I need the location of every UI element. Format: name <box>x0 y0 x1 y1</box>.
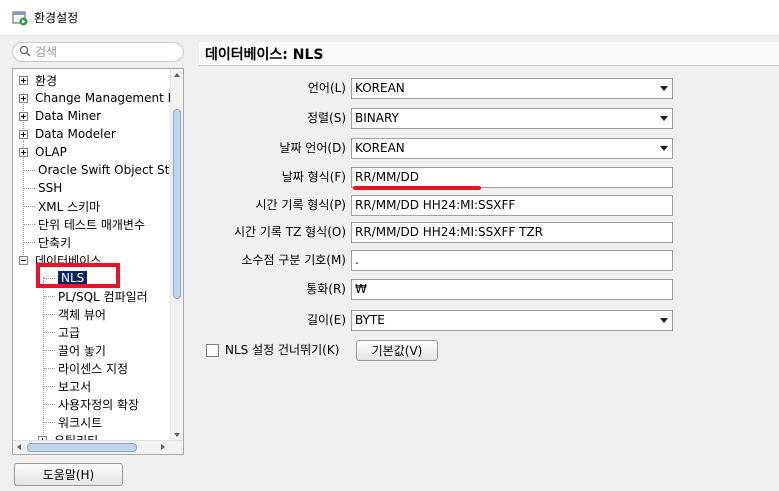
expand-icon[interactable] <box>19 129 28 139</box>
expand-icon[interactable] <box>19 93 28 103</box>
date-language-select[interactable]: KOREAN <box>351 138 673 159</box>
tree-item-change-management[interactable]: Change Management D <box>19 89 171 107</box>
scroll-left-icon[interactable] <box>17 444 21 450</box>
timestamp-tz-format-label: 시간 기록 TZ 형식(O) <box>233 225 346 239</box>
length-label: 길이(E) <box>306 313 346 327</box>
tree-item-xml-schema[interactable]: XML 스키마 <box>24 197 100 215</box>
length-select[interactable]: BYTE <box>351 310 673 331</box>
timestamp-format-field[interactable]: RR/MM/DD HH24:MI:SSXFF <box>351 195 673 216</box>
timestamp-tz-format-field[interactable]: RR/MM/DD HH24:MI:SSXFF TZR <box>351 222 673 243</box>
tree-item-environment[interactable]: 환경 <box>19 71 57 89</box>
scroll-down-icon[interactable] <box>174 433 180 437</box>
dropdown-arrow-icon[interactable] <box>660 146 668 151</box>
highlight-box-nls <box>36 263 120 288</box>
scroll-thumb-horizontal[interactable] <box>27 443 137 452</box>
tree-horizontal-scrollbar[interactable] <box>13 440 183 454</box>
skip-nls-checkbox[interactable] <box>206 344 219 357</box>
expand-icon[interactable] <box>19 75 28 85</box>
language-select[interactable]: KOREAN <box>351 78 673 99</box>
tree-item-advanced[interactable]: 고급 <box>44 323 80 341</box>
dropdown-arrow-icon[interactable] <box>660 86 668 91</box>
currency-field[interactable]: ₩ <box>351 279 673 300</box>
search-input[interactable] <box>35 45 165 59</box>
tree-item-worksheet[interactable]: 워크시트 <box>44 413 102 431</box>
search-icon <box>19 45 31 60</box>
tree-item-olap[interactable]: OLAP <box>19 143 67 161</box>
preferences-tree[interactable]: 환경 Change Management D Data Miner Data M… <box>12 68 184 455</box>
tree-item-drag-drop[interactable]: 끌어 놓기 <box>44 341 106 359</box>
decimal-separator-label: 소수점 구분 기호(M) <box>241 253 346 267</box>
tree-item-data-modeler[interactable]: Data Modeler <box>19 125 116 143</box>
tree-item-ssh[interactable]: SSH <box>24 179 62 197</box>
expand-icon[interactable] <box>19 147 28 157</box>
scroll-up-icon[interactable] <box>174 73 180 77</box>
collapse-icon[interactable] <box>19 255 28 265</box>
timestamp-format-label: 시간 기록 형식(P) <box>255 198 346 212</box>
title-bar: 환경설정 <box>0 0 779 36</box>
dropdown-arrow-icon[interactable] <box>660 318 668 323</box>
default-button[interactable]: 기본값(V) <box>356 340 438 361</box>
tree-item-unit-test-params[interactable]: 단위 테스트 매개변수 <box>24 215 145 233</box>
sort-select[interactable]: BINARY <box>351 108 673 129</box>
sort-label: 정렬(S) <box>306 111 346 125</box>
tree-item-shortcut-keys[interactable]: 단축키 <box>24 233 71 251</box>
left-panel: 환경 Change Management D Data Miner Data M… <box>12 40 186 455</box>
date-language-label: 날짜 언어(D) <box>279 141 346 155</box>
settings-panel: 데이터베이스: NLS 언어(L) KOREAN 정렬(S) BINARY 날짜… <box>199 40 779 460</box>
window-title: 환경설정 <box>34 11 79 25</box>
highlight-underline-date-format <box>353 186 481 190</box>
tree-item-licensing[interactable]: 라이센스 지정 <box>44 359 128 377</box>
dropdown-arrow-icon[interactable] <box>660 116 668 121</box>
tree-vertical-scrollbar[interactable] <box>170 69 183 441</box>
tree-item-user-extensions[interactable]: 사용자정의 확장 <box>44 395 139 413</box>
expand-icon[interactable] <box>19 111 28 121</box>
search-box[interactable] <box>12 42 184 62</box>
date-format-field[interactable]: RR/MM/DD <box>351 167 673 188</box>
scroll-right-icon[interactable] <box>161 444 165 450</box>
tree-item-plsql-compiler[interactable]: PL/SQL 컴파일러 <box>44 287 148 305</box>
tree-item-reports[interactable]: 보고서 <box>44 377 91 395</box>
tree-item-data-miner[interactable]: Data Miner <box>19 107 101 125</box>
tree-item-oracle-swift[interactable]: Oracle Swift Object Sto <box>24 161 171 179</box>
help-button[interactable]: 도움말(H) <box>14 463 123 486</box>
scroll-thumb[interactable] <box>173 109 181 299</box>
currency-label: 통화(R) <box>306 282 346 296</box>
app-icon <box>12 10 28 26</box>
decimal-separator-field[interactable]: . <box>351 250 673 271</box>
language-label: 언어(L) <box>307 81 346 95</box>
panel-title: 데이터베이스: NLS <box>199 42 779 66</box>
tree-item-object-viewer[interactable]: 객체 뷰어 <box>44 305 106 323</box>
date-format-label: 날짜 형식(F) <box>281 170 346 184</box>
skip-nls-label[interactable]: NLS 설정 건너뛰기(K) <box>225 341 339 359</box>
